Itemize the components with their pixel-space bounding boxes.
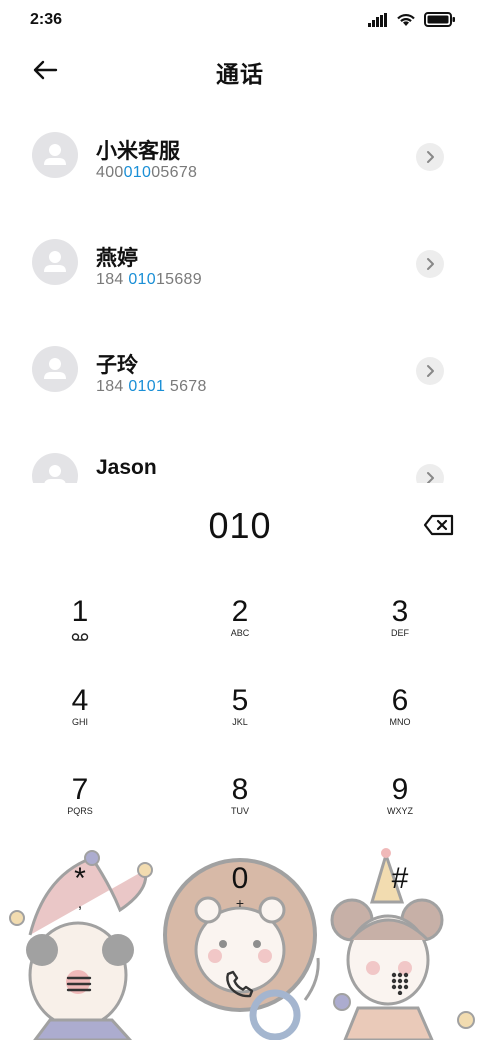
contact-number: 184 0101 5678 [96,378,207,395]
chevron-right-icon [427,365,434,377]
dial-display: 010 [0,505,480,555]
key-6[interactable]: 6 MNO [320,684,480,764]
person-icon [44,251,66,272]
status-time: 2:36 [30,11,63,28]
voicemail-icon [71,633,89,641]
chevron-right-icon [427,258,434,270]
backspace-icon[interactable] [423,513,455,537]
chevron-right-icon [427,472,434,483]
key-7[interactable]: 7 PQRS [0,773,160,853]
person-icon [44,358,66,379]
contact-row[interactable]: 小米客服 40001005678 [0,103,480,210]
key-9[interactable]: 9 WXYZ [320,773,480,853]
signal-icon [368,12,387,27]
key-hash[interactable]: # [320,862,480,942]
menu-icon[interactable] [66,975,92,993]
contact-detail-button[interactable] [416,143,444,171]
contact-number: 40001005678 [96,164,198,181]
chevron-right-icon [427,151,434,163]
contact-detail-button[interactable] [416,464,444,483]
person-icon [44,144,66,165]
contact-name: Jason [96,456,157,479]
contact-name: 燕婷 [96,247,138,270]
avatar [32,239,78,285]
key-8[interactable]: 8 TUV [160,773,320,853]
key-0[interactable]: 0 + [160,862,320,942]
contact-name: 小米客服 [96,140,180,163]
key-star[interactable]: * , [0,862,160,942]
contact-number: 184 01015689 [96,271,202,288]
contact-list: 小米客服 40001005678 燕婷 184 01015689 子玲 184 … [0,103,480,483]
dialpad-icon[interactable] [390,971,410,995]
person-icon [44,465,66,483]
avatar [32,453,78,483]
contact-detail-button[interactable] [416,357,444,385]
status-bar: 2:36 [0,0,480,40]
key-4[interactable]: 4 GHI [0,684,160,764]
contact-row[interactable]: 子玲 184 0101 5678 [0,317,480,424]
app-header: 通话 [0,45,480,95]
contact-row[interactable]: Jason [0,424,480,483]
contact-name: 子玲 [96,354,138,377]
dialed-number: 010 [208,505,272,546]
wifi-icon [397,14,415,26]
avatar [32,132,78,178]
battery-icon [424,12,455,27]
key-3[interactable]: 3 DEF [320,595,480,675]
contact-detail-button[interactable] [416,250,444,278]
status-icons [368,12,456,27]
call-icon[interactable] [224,968,256,1000]
page-title: 通话 [216,61,264,87]
key-5[interactable]: 5 JKL [160,684,320,764]
avatar [32,346,78,392]
key-2[interactable]: 2 ABC [160,595,320,675]
key-1[interactable]: 1 [0,595,160,675]
contact-row[interactable]: 燕婷 184 01015689 [0,210,480,317]
